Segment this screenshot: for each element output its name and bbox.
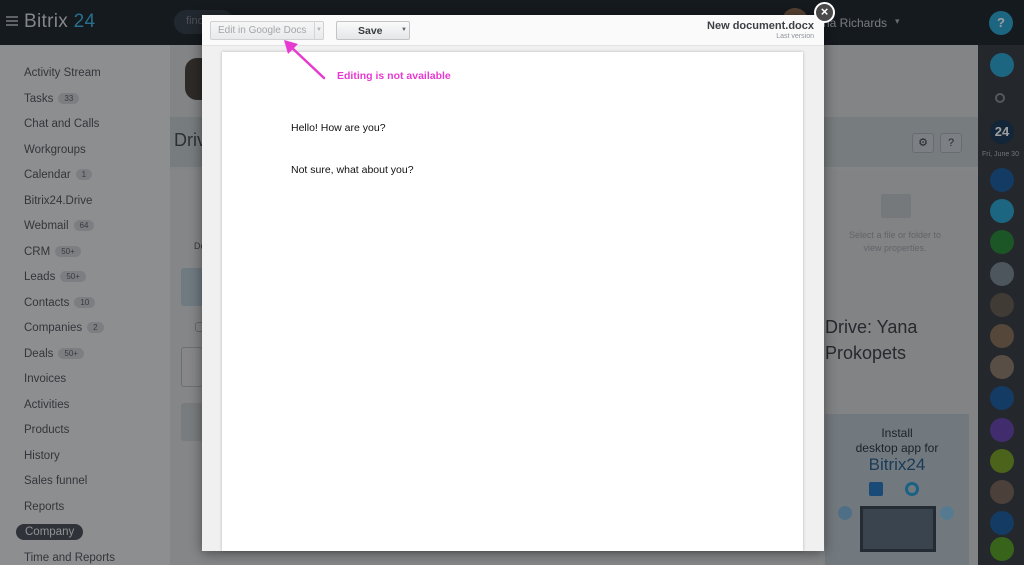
document-paragraph: Hello! How are you? xyxy=(291,122,386,134)
edit-in-google-docs-label: Edit in Google Docs xyxy=(218,25,307,36)
save-button[interactable]: Save ▼ xyxy=(336,21,410,40)
document-paragraph: Not sure, what about you? xyxy=(291,164,414,176)
annotation-text: Editing is not available xyxy=(337,70,451,82)
chevron-down-icon: ▼ xyxy=(316,27,322,33)
annotation-arrow-icon xyxy=(284,40,326,80)
document-title: New document.docx xyxy=(707,20,814,32)
save-label: Save xyxy=(358,25,383,37)
document-page[interactable]: Hello! How are you? Not sure, what about… xyxy=(222,52,803,551)
document-viewer: Edit in Google Docs ▼ Save ▼ New documen… xyxy=(202,15,824,551)
chevron-down-icon[interactable]: ▼ xyxy=(401,27,407,33)
document-canvas[interactable]: Hello! How are you? Not sure, what about… xyxy=(202,46,824,551)
document-version[interactable]: Last version xyxy=(776,33,814,40)
close-button[interactable]: × xyxy=(814,2,835,23)
